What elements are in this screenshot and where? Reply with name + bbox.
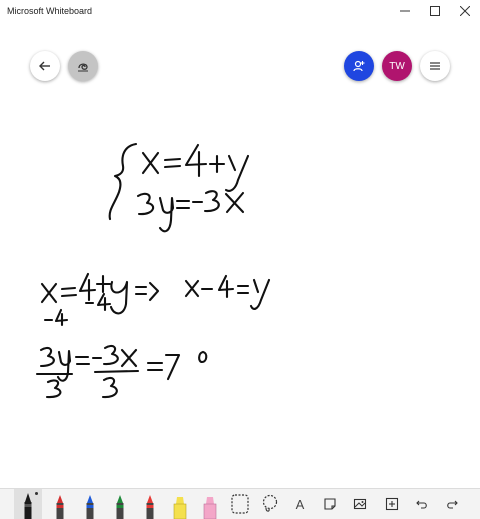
pen-red-2-tool[interactable] <box>138 489 162 519</box>
eraser-tool[interactable] <box>228 489 252 519</box>
pen-black-icon <box>24 493 32 519</box>
pen-blue-tool[interactable] <box>78 489 102 519</box>
image-tool[interactable] <box>348 489 372 519</box>
ink-layer <box>35 142 271 399</box>
pen-red-icon <box>56 495 64 519</box>
app-title: Microsoft Whiteboard <box>7 6 93 16</box>
lasso-select-tool[interactable] <box>258 489 282 519</box>
undo-icon <box>416 500 427 509</box>
plus-box-icon <box>385 497 399 511</box>
pen-red-tool[interactable] <box>48 489 72 519</box>
maximize-button[interactable] <box>420 0 450 22</box>
image-icon <box>353 498 367 510</box>
lasso-icon <box>262 494 278 512</box>
text-tool[interactable]: A <box>288 489 312 519</box>
ink-step-one <box>40 272 271 327</box>
sticky-note-tool[interactable] <box>318 489 342 519</box>
text-tool-glyph: A <box>295 496 305 512</box>
pen-green-tool[interactable] <box>108 489 132 519</box>
title-bar: Microsoft Whiteboard <box>0 0 480 22</box>
close-button[interactable] <box>450 0 480 22</box>
bottom-toolbar: A <box>0 488 480 519</box>
pen-green-icon <box>116 495 124 519</box>
whiteboard-canvas[interactable] <box>0 22 480 488</box>
window-controls <box>390 0 480 22</box>
maximize-icon <box>430 6 440 16</box>
highlighter-yellow-tool[interactable] <box>168 489 192 519</box>
pen-black-tool[interactable] <box>14 489 42 519</box>
minimize-icon <box>400 10 410 12</box>
add-content-tool[interactable] <box>380 489 404 519</box>
minimize-button[interactable] <box>390 0 420 22</box>
pen-red-2-icon <box>146 495 154 519</box>
redo-icon <box>447 500 458 509</box>
close-icon <box>460 6 470 16</box>
ink-equation-system <box>108 142 250 233</box>
redo-button[interactable] <box>440 489 464 519</box>
selected-indicator <box>35 492 38 495</box>
highlighter-yellow-icon <box>173 497 187 519</box>
sticky-note-icon <box>324 498 336 510</box>
highlighter-pink-tool[interactable] <box>198 489 222 519</box>
eraser-icon <box>231 494 249 514</box>
highlighter-pink-icon <box>203 497 217 519</box>
pen-blue-icon <box>86 495 94 519</box>
undo-button[interactable] <box>410 489 434 519</box>
ink-step-two <box>35 344 208 399</box>
